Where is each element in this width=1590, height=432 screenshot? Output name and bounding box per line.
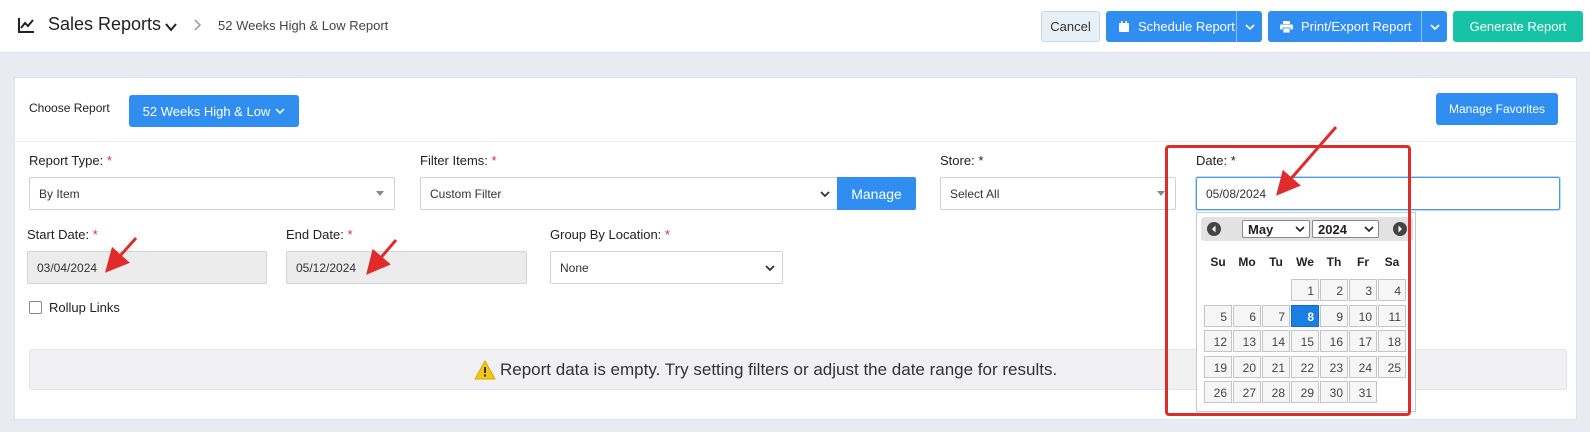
print-export-label: Print/Export Report	[1301, 19, 1412, 34]
manage-favorites-button[interactable]: Manage Favorites	[1436, 93, 1558, 125]
divider	[14, 141, 1577, 142]
weekday-header: We	[1296, 255, 1314, 269]
top-bar: Sales Reports 52 Weeks High & Low Report…	[0, 0, 1590, 53]
calendar-day[interactable]: 22	[1291, 355, 1319, 378]
calendar-day[interactable]: 24	[1349, 355, 1377, 378]
calendar-day[interactable]: 11	[1378, 304, 1406, 327]
caret-down-icon	[1157, 191, 1165, 196]
chevron-down-icon	[1295, 226, 1305, 233]
calendar-day[interactable]: 19	[1204, 355, 1232, 378]
rollup-links-label: Rollup Links	[49, 300, 120, 315]
print-export-button[interactable]: Print/Export Report	[1268, 11, 1447, 42]
calendar-icon	[1118, 20, 1130, 33]
calendar-day[interactable]: 26	[1204, 381, 1232, 403]
prev-month-icon[interactable]	[1207, 222, 1221, 236]
calendar-day[interactable]: 10	[1349, 304, 1377, 327]
calendar-day[interactable]: 25	[1378, 355, 1406, 378]
calendar-day[interactable]: 28	[1262, 381, 1290, 403]
chevron-down-icon	[1244, 23, 1255, 30]
selected-report-label: 52 Weeks High & Low	[142, 103, 271, 119]
rollup-links-checkbox[interactable]	[29, 301, 42, 314]
weekday-header: Fr	[1357, 255, 1369, 269]
choose-report-label: Choose Report	[29, 101, 110, 115]
calendar-day[interactable]: 23	[1320, 355, 1348, 378]
weekday-header: Su	[1210, 255, 1226, 269]
calendar-day[interactable]: 29	[1291, 381, 1319, 403]
year-select[interactable]: 2024	[1312, 220, 1379, 238]
calendar-day[interactable]: 9	[1320, 304, 1348, 327]
date-input[interactable]: 05/08/2024	[1196, 177, 1560, 210]
group-by-location-select[interactable]: None	[550, 251, 783, 284]
cancel-button[interactable]: Cancel	[1041, 11, 1100, 42]
start-date-field: 03/04/2024	[27, 251, 267, 284]
chevron-down-icon	[820, 191, 830, 198]
manage-filter-button[interactable]: Manage	[837, 177, 916, 210]
chevron-right-icon	[194, 19, 202, 31]
alert-message: Report data is empty. Try setting filter…	[500, 360, 1058, 379]
selected-day[interactable]: 8	[1291, 304, 1319, 327]
end-date-field: 05/12/2024	[286, 251, 527, 284]
page-title: Sales Reports	[48, 14, 162, 34]
date-label: Date: *	[1196, 153, 1236, 168]
datepicker: May 2024 Su Mo Tu We Th Fr Sa 1 2 3 4 5 6 7 8 9 10 11 12 13…	[1196, 212, 1416, 412]
breadcrumb: 52 Weeks High & Low Report	[218, 18, 389, 33]
schedule-report-button[interactable]: Schedule Report	[1106, 11, 1262, 42]
calendar-day[interactable]: 15	[1291, 330, 1319, 352]
report-selector-button[interactable]: 52 Weeks High & Low	[129, 95, 299, 127]
calendar-day[interactable]: 27	[1233, 381, 1261, 403]
month-select[interactable]: May	[1242, 220, 1310, 238]
calendar-day[interactable]: 21	[1262, 355, 1290, 378]
calendar-day[interactable]: 17	[1349, 330, 1377, 352]
calendar-day[interactable]: 13	[1233, 330, 1261, 352]
calendar-day[interactable]: 2	[1320, 279, 1348, 301]
filter-items-label: Filter Items: *	[420, 153, 497, 168]
chevron-down-icon	[765, 265, 775, 272]
store-select[interactable]: Select All	[940, 177, 1176, 210]
end-date-label: End Date: *	[286, 227, 353, 242]
next-month-icon[interactable]	[1393, 222, 1407, 236]
weekday-header: Tu	[1269, 255, 1283, 269]
warning-icon	[474, 360, 496, 380]
calendar-day[interactable]: 20	[1233, 355, 1261, 378]
schedule-report-label: Schedule Report	[1138, 19, 1235, 34]
start-date-label: Start Date: *	[27, 227, 98, 242]
weekday-header: Th	[1326, 255, 1342, 269]
weekday-header: Mo	[1238, 255, 1256, 269]
print-dropdown-toggle[interactable]	[1421, 11, 1447, 42]
report-type-label: Report Type: *	[29, 153, 112, 168]
chevron-down-icon[interactable]	[164, 20, 178, 34]
generate-report-button[interactable]: Generate Report	[1453, 11, 1583, 42]
calendar-day[interactable]: 7	[1262, 304, 1290, 327]
calendar-day[interactable]: 5	[1204, 304, 1232, 327]
printer-icon	[1280, 20, 1293, 33]
calendar-day[interactable]: 14	[1262, 330, 1290, 352]
chevron-down-icon	[1429, 23, 1440, 30]
weekday-header: Sa	[1384, 255, 1400, 269]
chevron-down-icon	[1364, 226, 1374, 233]
store-label: Store: *	[940, 153, 984, 168]
calendar-day[interactable]: 12	[1204, 330, 1232, 352]
calendar-day[interactable]: 6	[1233, 304, 1261, 327]
schedule-dropdown-toggle[interactable]	[1236, 11, 1262, 42]
calendar-day[interactable]: 3	[1349, 279, 1377, 301]
calendar-day[interactable]: 4	[1378, 279, 1406, 301]
calendar-day[interactable]: 18	[1378, 330, 1406, 352]
line-chart-icon	[18, 18, 34, 33]
chevron-down-icon	[275, 108, 285, 115]
calendar-day[interactable]: 31	[1349, 381, 1377, 403]
calendar-day[interactable]: 16	[1320, 330, 1348, 352]
datepicker-header: May 2024	[1201, 217, 1413, 241]
filter-items-select[interactable]: Custom Filter	[420, 177, 838, 210]
group-by-location-label: Group By Location: *	[550, 227, 670, 242]
caret-down-icon	[376, 191, 384, 196]
calendar-day[interactable]: 30	[1320, 381, 1348, 403]
calendar-day[interactable]: 1	[1291, 279, 1319, 301]
report-type-select[interactable]: By Item	[29, 177, 395, 210]
